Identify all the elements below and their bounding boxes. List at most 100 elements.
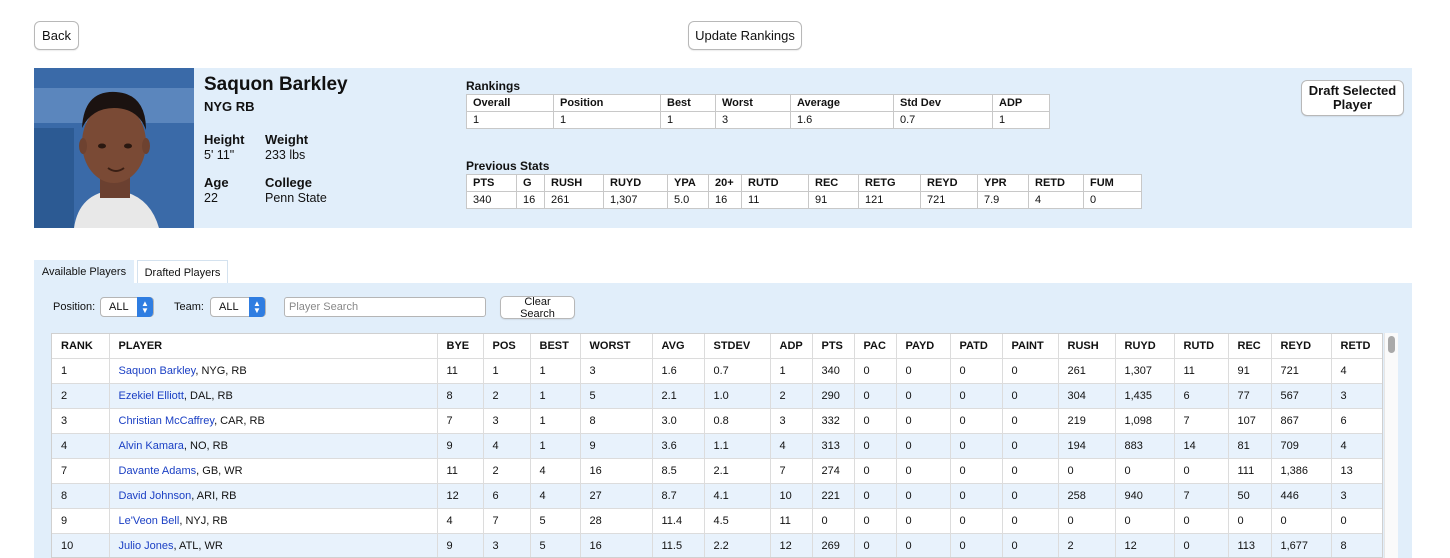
table-row[interactable]: 2 Ezekiel Elliott, DAL, RB 8 2 1 5 2.1 1.0 2 290 0… (52, 383, 1382, 409)
stat-cell: 261 (1058, 358, 1116, 384)
back-button[interactable]: Back (34, 21, 79, 50)
stat-cell: 8 (580, 408, 653, 434)
college-value: Penn State (265, 191, 327, 205)
player-name-link[interactable]: Christian McCaffrey (119, 415, 215, 427)
stat-cell: 111 (1228, 458, 1272, 484)
stat-cell: 0 (950, 358, 1003, 384)
column-header[interactable]: AVG (652, 334, 705, 359)
stat-cell: 6 (1331, 408, 1382, 434)
stat-cell: 11.4 (652, 508, 705, 534)
stat-cell: 4 (437, 508, 484, 534)
team-filter-label: Team: (174, 301, 204, 313)
stat-cell: 0 (896, 358, 951, 384)
stats-header: YPA (667, 174, 709, 192)
stat-cell: 0 (1002, 483, 1059, 509)
stat-cell: 5 (530, 533, 581, 557)
stat-cell: 0 (1002, 383, 1059, 409)
player-search-input[interactable] (284, 297, 486, 317)
column-header[interactable]: PAYD (896, 334, 951, 359)
column-header[interactable]: WORST (580, 334, 653, 359)
column-header[interactable]: RUTD (1174, 334, 1229, 359)
tab-drafted-players[interactable]: Drafted Players (137, 260, 228, 284)
column-header[interactable]: PATD (950, 334, 1003, 359)
stat-cell: 2.1 (652, 383, 705, 409)
column-header[interactable]: BEST (530, 334, 581, 359)
column-header[interactable]: PTS (812, 334, 855, 359)
column-header[interactable]: POS (483, 334, 531, 359)
stat-cell: 0 (950, 458, 1003, 484)
column-header[interactable]: RUSH (1058, 334, 1116, 359)
tab-available-players[interactable]: Available Players (34, 260, 134, 284)
column-header[interactable]: BYE (437, 334, 484, 359)
stat-cell: 1,386 (1271, 458, 1332, 484)
column-header[interactable]: REC (1228, 334, 1272, 359)
draft-selected-player-button[interactable]: Draft Selected Player (1301, 80, 1404, 116)
column-header[interactable]: RUYD (1115, 334, 1175, 359)
rankings-header: Worst (715, 94, 791, 112)
stat-cell: 0 (950, 408, 1003, 434)
stat-cell: 0 (854, 358, 897, 384)
stat-cell: 0 (854, 508, 897, 534)
stat-cell: 9 (437, 533, 484, 557)
scrollbar-thumb[interactable] (1388, 336, 1395, 353)
column-header[interactable]: STDEV (704, 334, 771, 359)
stats-value: 16 (708, 191, 742, 209)
player-name-link[interactable]: Davante Adams (119, 465, 197, 477)
stat-cell: 1,435 (1115, 383, 1175, 409)
team-select[interactable]: ALL ▲ ▼ (210, 297, 266, 317)
column-header[interactable]: ADP (770, 334, 813, 359)
position-select[interactable]: ALL ▲ ▼ (100, 297, 154, 317)
player-team-pos: , NO, RB (183, 440, 228, 452)
table-scrollbar[interactable] (1384, 333, 1398, 558)
column-header[interactable]: REYD (1271, 334, 1332, 359)
stat-cell: 4 (530, 483, 581, 509)
table-row[interactable]: 4 Alvin Kamara, NO, RB 9 4 1 9 3.6 1.1 4 313 0 0 0 0 1… (52, 433, 1382, 459)
column-header[interactable]: PAINT (1002, 334, 1059, 359)
player-team-pos: , ARI, RB (191, 490, 237, 502)
stat-cell: 0 (854, 383, 897, 409)
clear-search-button[interactable]: Clear Search (500, 296, 575, 320)
stat-cell: 0 (1174, 533, 1229, 557)
player-name-link[interactable]: David Johnson (119, 490, 192, 502)
stats-header: PTS (466, 174, 517, 192)
table-row[interactable]: 10 Julio Jones, ATL, WR 9 3 5 16 11.5 2.2 12 269 0… (52, 533, 1382, 557)
stat-cell: 290 (812, 383, 855, 409)
stat-cell: 1,307 (1115, 358, 1175, 384)
player-name-link[interactable]: Alvin Kamara (119, 440, 184, 452)
player-name-link[interactable]: Julio Jones (119, 540, 174, 552)
stat-cell: 2.2 (704, 533, 771, 557)
stat-cell: 0 (950, 508, 1003, 534)
player-cell: Ezekiel Elliott, DAL, RB (109, 383, 438, 409)
stat-cell: 0 (896, 508, 951, 534)
stat-cell: 2 (483, 383, 531, 409)
column-header[interactable]: PAC (854, 334, 897, 359)
table-row[interactable]: 7 Davante Adams, GB, WR 11 2 4 16 8.5 2.1 7 274 0 0… (52, 458, 1382, 484)
previous-stats-table: PTS G RUSH RUYD YPA 20+ RUTD REC RETG REYD YPR RETD… (466, 174, 1142, 209)
stat-cell: 16 (580, 458, 653, 484)
table-row[interactable]: 1 Saquon Barkley, NYG, RB 11 1 1 3 1.6 0.7 1 340 0… (52, 358, 1382, 384)
column-header[interactable]: RETD (1331, 334, 1382, 359)
stat-cell: 0 (896, 458, 951, 484)
stat-cell: 0 (854, 408, 897, 434)
table-row[interactable]: 9 Le'Veon Bell, NYJ, RB 4 7 5 28 11.4 4.5 11 0 0 0 0… (52, 508, 1382, 534)
stat-cell: 14 (1174, 433, 1229, 459)
player-name-link[interactable]: Ezekiel Elliott (119, 390, 184, 402)
stat-cell: 0 (1002, 408, 1059, 434)
player-name-link[interactable]: Le'Veon Bell (119, 515, 180, 527)
stat-cell: 2 (483, 458, 531, 484)
table-row[interactable]: 8 David Johnson, ARI, RB 12 6 4 27 8.7 4.1 10 221… (52, 483, 1382, 509)
stat-cell: 0 (854, 458, 897, 484)
column-header[interactable]: RANK (52, 334, 110, 359)
rankings-title: Rankings (466, 79, 521, 93)
stat-cell: 7 (1174, 483, 1229, 509)
stat-cell: 12 (1115, 533, 1175, 557)
update-rankings-button[interactable]: Update Rankings (688, 21, 802, 50)
stat-cell: 3 (1331, 483, 1382, 509)
player-photo (34, 68, 194, 228)
table-row[interactable]: 3 Christian McCaffrey, CAR, RB 7 3 1 8 3.0 0.8 3… (52, 408, 1382, 434)
column-header[interactable]: PLAYER (109, 334, 438, 359)
stat-cell: 0 (1002, 433, 1059, 459)
player-name-link[interactable]: Saquon Barkley (119, 365, 196, 377)
stat-cell: 0 (950, 533, 1003, 557)
stat-cell: 6 (483, 483, 531, 509)
